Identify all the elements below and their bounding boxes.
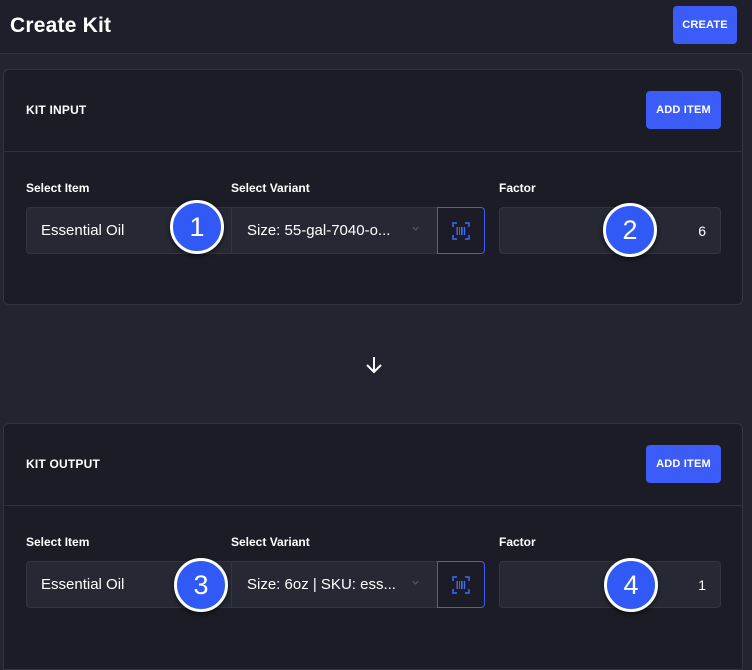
kit-input-item-value: Essential Oil — [41, 222, 125, 239]
kit-output-variant-label: Select Variant — [231, 535, 310, 549]
kit-output-variant-select[interactable]: Size: 6oz | SKU: ess... — [231, 561, 438, 608]
kit-output-header: KIT OUTPUT ADD ITEM — [4, 424, 742, 506]
chevron-down-icon — [412, 580, 419, 585]
kit-output-factor-value: 1 — [698, 576, 706, 593]
kit-output-add-item-button[interactable]: ADD ITEM — [646, 445, 721, 483]
kit-output-card: KIT OUTPUT ADD ITEM Select Item Select V… — [3, 423, 743, 670]
kit-input-factor-value: 6 — [698, 222, 706, 239]
callout-badge-4: 4 — [604, 558, 658, 612]
kit-input-variant-select[interactable]: Size: 55-gal-7040-o... — [231, 207, 438, 254]
barcode-scan-icon — [452, 575, 470, 594]
barcode-scan-icon — [452, 221, 470, 240]
kit-output-scan-button[interactable] — [437, 561, 485, 608]
kit-input-variant-label: Select Variant — [231, 181, 310, 195]
chevron-down-icon — [412, 226, 419, 231]
kit-output-title: KIT OUTPUT — [26, 457, 100, 471]
callout-badge-3: 3 — [174, 558, 228, 612]
page-title: Create Kit — [10, 14, 112, 37]
kit-output-item-label: Select Item — [26, 535, 90, 549]
create-button[interactable]: CREATE — [673, 6, 737, 44]
kit-input-factor-label: Factor — [499, 181, 536, 195]
kit-input-add-item-button[interactable]: ADD ITEM — [646, 91, 721, 129]
kit-input-card: KIT INPUT ADD ITEM Select Item Select Va… — [3, 69, 743, 305]
kit-input-header: KIT INPUT ADD ITEM — [4, 70, 742, 152]
kit-input-variant-value: Size: 55-gal-7040-o... — [247, 222, 391, 239]
kit-output-variant-value: Size: 6oz | SKU: ess... — [247, 576, 396, 593]
page-header: Create Kit CREATE — [0, 0, 752, 54]
kit-input-title: KIT INPUT — [26, 103, 87, 117]
arrow-down-icon — [366, 357, 382, 374]
kit-input-item-label: Select Item — [26, 181, 90, 195]
callout-badge-2: 2 — [603, 203, 657, 257]
kit-output-item-value: Essential Oil — [41, 576, 125, 593]
kit-input-scan-button[interactable] — [437, 207, 485, 254]
kit-output-factor-label: Factor — [499, 535, 536, 549]
callout-badge-1: 1 — [170, 200, 224, 254]
